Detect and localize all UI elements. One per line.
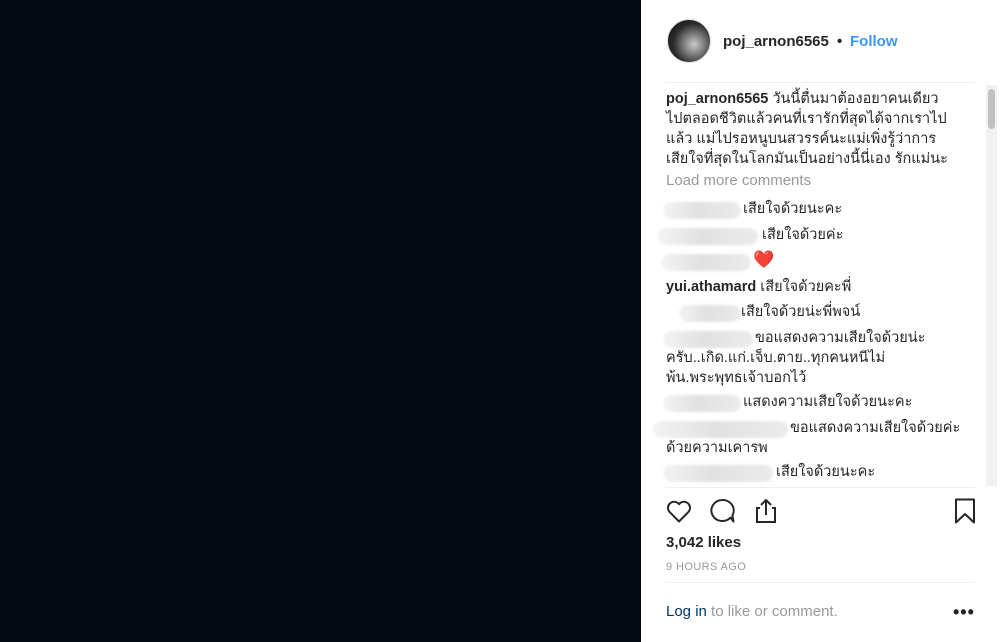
- scrollbar-thumb[interactable]: [988, 89, 995, 129]
- login-prompt: Log in to like or comment.: [666, 603, 838, 620]
- caption-line: poj_arnon6565 วันนี้ตื่นมาต้องอยาคนเดียว: [666, 89, 939, 109]
- post-side-panel: poj_arnon6565 • Follow poj_arnon6565 วัน…: [641, 0, 1000, 642]
- caption-line: เสียใจที่สุดในโลกมันเป็นอย่างนี้นี่เอง ร…: [666, 151, 948, 167]
- bookmark-icon[interactable]: [950, 496, 980, 526]
- header-separator-dot: •: [837, 33, 843, 50]
- comments-scrollbar[interactable]: [986, 85, 997, 486]
- comment-username[interactable]: yui.athamard: [666, 279, 756, 295]
- load-more-comments-button[interactable]: Load more comments: [666, 172, 811, 189]
- redacted-username: [661, 254, 751, 271]
- redacted-username: [663, 395, 741, 412]
- comment-text: ขอแสดงความเสียใจด้วยค่ะ: [790, 420, 961, 436]
- caption-line: ไปตลอดชีวิตแล้วคนที่เรารักที่สุดได้จากเร…: [666, 111, 947, 127]
- likes-count[interactable]: 3,042 likes: [666, 534, 741, 551]
- more-options-icon[interactable]: •••: [953, 602, 975, 623]
- share-icon[interactable]: [751, 496, 781, 526]
- comment-text: ด้วยความเคารพ: [666, 440, 768, 456]
- post-media[interactable]: [0, 0, 641, 642]
- redacted-username: [653, 421, 788, 438]
- redacted-username: [663, 331, 753, 348]
- post-timestamp[interactable]: 9 HOURS AGO: [666, 561, 746, 573]
- comments-list[interactable]: poj_arnon6565 วันนี้ตื่นมาต้องอยาคนเดียว…: [641, 83, 1000, 486]
- post-header: poj_arnon6565 • Follow: [641, 0, 1000, 82]
- footer-divider: [665, 582, 975, 583]
- redacted-username: [663, 465, 773, 482]
- login-link[interactable]: Log in: [666, 603, 707, 620]
- comment-text: เสียใจด้วยค่ะ: [762, 227, 844, 243]
- comment-text: เสียใจด้วยน่ะพี่พจน์: [741, 304, 861, 320]
- redacted-username: [658, 228, 758, 245]
- caption-line: แล้ว แม่ไปรอหนูบนสวรรค์นะแม่เพิ่งรู้ว่าก…: [666, 131, 937, 147]
- comment-line: yui.athamard เสียใจด้วยคะพี่: [666, 277, 851, 297]
- comment-text: แสดงความเสียใจด้วยนะคะ: [743, 394, 913, 410]
- redacted-username: [679, 305, 741, 322]
- action-bar: [641, 490, 1000, 540]
- caption-username[interactable]: poj_arnon6565: [666, 91, 768, 107]
- follow-button[interactable]: Follow: [850, 33, 898, 50]
- comments-divider: [665, 487, 975, 488]
- comment-text: พ้น.พระพุทธเจ้าบอกไว้: [666, 370, 807, 386]
- heart-icon[interactable]: [664, 496, 694, 526]
- comment-text: ขอแสดงความเสียใจด้วยน่ะ: [755, 330, 926, 346]
- comment-heart-emoji: ❤️: [753, 250, 775, 269]
- comment-text: เสียใจด้วยคะพี่: [760, 279, 852, 295]
- avatar[interactable]: [667, 19, 711, 63]
- login-prompt-text: to like or comment.: [706, 603, 838, 620]
- redacted-username: [663, 202, 741, 219]
- comment-bubble-icon[interactable]: [707, 496, 737, 526]
- caption-text: วันนี้ตื่นมาต้องอยาคนเดียว: [772, 91, 939, 107]
- comment-text: เสียใจด้วยนะคะ: [776, 464, 876, 480]
- comment-text: ครับ..เกิด.แก่.เจ็บ.ตาย..ทุกคนหนีไม่: [666, 350, 886, 366]
- header-username[interactable]: poj_arnon6565: [723, 33, 829, 50]
- comment-text: เสียใจด้วยนะคะ: [743, 201, 843, 217]
